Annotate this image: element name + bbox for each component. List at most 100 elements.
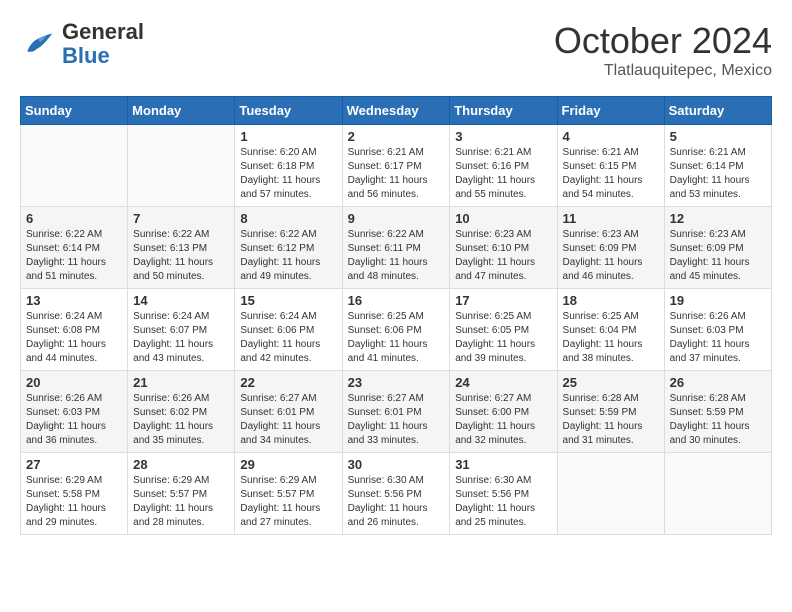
day-number: 8 xyxy=(240,211,336,226)
day-number: 17 xyxy=(455,293,551,308)
week-row-3: 13Sunrise: 6:24 AM Sunset: 6:08 PM Dayli… xyxy=(21,289,772,371)
calendar-cell: 29Sunrise: 6:29 AM Sunset: 5:57 PM Dayli… xyxy=(235,453,342,535)
day-info: Sunrise: 6:20 AM Sunset: 6:18 PM Dayligh… xyxy=(240,146,336,202)
calendar-cell: 8 Sunrise: 6:22 AM Sunset: 6:12 PM Daylig… xyxy=(235,207,342,289)
weekday-header-monday: Monday xyxy=(128,97,235,125)
day-info: Sunrise: 6:29 AM Sunset: 5:57 PM Dayligh… xyxy=(240,474,336,530)
day-number: 27 xyxy=(26,457,122,472)
location: Tlatlauquitepec, Mexico xyxy=(554,62,772,80)
day-info: Sunrise: 6:23 AM Sunset: 6:09 PM Dayligh… xyxy=(563,228,659,284)
day-info: Sunrise: 6:26 AM Sunset: 6:02 PM Dayligh… xyxy=(133,392,229,448)
day-info: Sunrise: 6:23 AM Sunset: 6:10 PM Dayligh… xyxy=(455,228,551,284)
weekday-header-thursday: Thursday xyxy=(450,97,557,125)
day-number: 11 xyxy=(563,211,659,226)
day-info: Sunrise: 6:21 AM Sunset: 6:15 PM Dayligh… xyxy=(563,146,659,202)
calendar-cell xyxy=(128,125,235,207)
calendar-table: SundayMondayTuesdayWednesdayThursdayFrid… xyxy=(20,96,772,535)
day-info: Sunrise: 6:24 AM Sunset: 6:07 PM Dayligh… xyxy=(133,310,229,366)
day-number: 19 xyxy=(670,293,766,308)
day-number: 3 xyxy=(455,129,551,144)
calendar-cell: 12Sunrise: 6:23 AM Sunset: 6:09 PM Dayli… xyxy=(664,207,771,289)
week-row-2: 6 Sunrise: 6:22 AM Sunset: 6:14 PM Daylig… xyxy=(21,207,772,289)
calendar-cell: 21 Sunrise: 6:26 AM Sunset: 6:02 PM Dayli… xyxy=(128,371,235,453)
day-info: Sunrise: 6:22 AM Sunset: 6:12 PM Dayligh… xyxy=(240,228,336,284)
day-info: Sunrise: 6:25 AM Sunset: 6:05 PM Dayligh… xyxy=(455,310,551,366)
day-info: Sunrise: 6:29 AM Sunset: 5:58 PM Dayligh… xyxy=(26,474,122,530)
day-info: Sunrise: 6:24 AM Sunset: 6:08 PM Dayligh… xyxy=(26,310,122,366)
day-number: 1 xyxy=(240,129,336,144)
day-info: Sunrise: 6:23 AM Sunset: 6:09 PM Dayligh… xyxy=(670,228,766,284)
day-number: 4 xyxy=(563,129,659,144)
day-number: 9 xyxy=(348,211,445,226)
day-number: 5 xyxy=(670,129,766,144)
day-number: 15 xyxy=(240,293,336,308)
day-number: 22 xyxy=(240,375,336,390)
day-number: 10 xyxy=(455,211,551,226)
day-info: Sunrise: 6:24 AM Sunset: 6:06 PM Dayligh… xyxy=(240,310,336,366)
week-row-5: 27 Sunrise: 6:29 AM Sunset: 5:58 PM Dayli… xyxy=(21,453,772,535)
weekday-header-tuesday: Tuesday xyxy=(235,97,342,125)
calendar-cell xyxy=(664,453,771,535)
calendar-cell: 26Sunrise: 6:28 AM Sunset: 5:59 PM Dayli… xyxy=(664,371,771,453)
day-info: Sunrise: 6:25 AM Sunset: 6:06 PM Dayligh… xyxy=(348,310,445,366)
weekday-header-saturday: Saturday xyxy=(664,97,771,125)
calendar-cell: 30 Sunrise: 6:30 AM Sunset: 5:56 PM Dayli… xyxy=(342,453,450,535)
day-number: 7 xyxy=(133,211,229,226)
day-number: 21 xyxy=(133,375,229,390)
day-number: 20 xyxy=(26,375,122,390)
calendar-cell: 28 Sunrise: 6:29 AM Sunset: 5:57 PM Dayli… xyxy=(128,453,235,535)
day-number: 28 xyxy=(133,457,229,472)
day-number: 23 xyxy=(348,375,445,390)
day-info: Sunrise: 6:21 AM Sunset: 6:14 PM Dayligh… xyxy=(670,146,766,202)
logo-icon xyxy=(20,26,56,62)
day-number: 14 xyxy=(133,293,229,308)
calendar-cell: 22 Sunrise: 6:27 AM Sunset: 6:01 PM Dayli… xyxy=(235,371,342,453)
week-row-4: 20Sunrise: 6:26 AM Sunset: 6:03 PM Dayli… xyxy=(21,371,772,453)
day-number: 30 xyxy=(348,457,445,472)
day-number: 6 xyxy=(26,211,122,226)
calendar-cell: 2 Sunrise: 6:21 AM Sunset: 6:17 PM Daylig… xyxy=(342,125,450,207)
calendar-cell: 5 Sunrise: 6:21 AM Sunset: 6:14 PM Daylig… xyxy=(664,125,771,207)
calendar-cell: 1 Sunrise: 6:20 AM Sunset: 6:18 PM Daylig… xyxy=(235,125,342,207)
title-block: October 2024 Tlatlauquitepec, Mexico xyxy=(554,20,772,80)
day-number: 25 xyxy=(563,375,659,390)
day-number: 26 xyxy=(670,375,766,390)
logo: General Blue xyxy=(20,20,144,68)
day-info: Sunrise: 6:27 AM Sunset: 6:00 PM Dayligh… xyxy=(455,392,551,448)
calendar-cell xyxy=(557,453,664,535)
calendar-cell: 19 Sunrise: 6:26 AM Sunset: 6:03 PM Dayli… xyxy=(664,289,771,371)
calendar-cell: 7 Sunrise: 6:22 AM Sunset: 6:13 PM Daylig… xyxy=(128,207,235,289)
day-number: 2 xyxy=(348,129,445,144)
calendar-cell: 9 Sunrise: 6:22 AM Sunset: 6:11 PM Daylig… xyxy=(342,207,450,289)
calendar-cell: 6 Sunrise: 6:22 AM Sunset: 6:14 PM Daylig… xyxy=(21,207,128,289)
day-info: Sunrise: 6:27 AM Sunset: 6:01 PM Dayligh… xyxy=(348,392,445,448)
day-info: Sunrise: 6:22 AM Sunset: 6:13 PM Dayligh… xyxy=(133,228,229,284)
calendar-cell: 15 Sunrise: 6:24 AM Sunset: 6:06 PM Dayli… xyxy=(235,289,342,371)
calendar-cell: 11 Sunrise: 6:23 AM Sunset: 6:09 PM Dayli… xyxy=(557,207,664,289)
calendar-cell: 27 Sunrise: 6:29 AM Sunset: 5:58 PM Dayli… xyxy=(21,453,128,535)
calendar-cell: 18Sunrise: 6:25 AM Sunset: 6:04 PM Dayli… xyxy=(557,289,664,371)
day-info: Sunrise: 6:28 AM Sunset: 5:59 PM Dayligh… xyxy=(563,392,659,448)
calendar-cell: 10 Sunrise: 6:23 AM Sunset: 6:10 PM Dayli… xyxy=(450,207,557,289)
weekday-header-sunday: Sunday xyxy=(21,97,128,125)
calendar-cell: 25 Sunrise: 6:28 AM Sunset: 5:59 PM Dayli… xyxy=(557,371,664,453)
day-info: Sunrise: 6:30 AM Sunset: 5:56 PM Dayligh… xyxy=(348,474,445,530)
month-title: October 2024 xyxy=(554,20,772,62)
day-info: Sunrise: 6:22 AM Sunset: 6:11 PM Dayligh… xyxy=(348,228,445,284)
day-number: 18 xyxy=(563,293,659,308)
day-info: Sunrise: 6:29 AM Sunset: 5:57 PM Dayligh… xyxy=(133,474,229,530)
weekday-header-wednesday: Wednesday xyxy=(342,97,450,125)
calendar-cell: 16 Sunrise: 6:25 AM Sunset: 6:06 PM Dayli… xyxy=(342,289,450,371)
day-info: Sunrise: 6:27 AM Sunset: 6:01 PM Dayligh… xyxy=(240,392,336,448)
day-number: 16 xyxy=(348,293,445,308)
logo-text: General Blue xyxy=(62,20,144,68)
calendar-cell xyxy=(21,125,128,207)
day-info: Sunrise: 6:22 AM Sunset: 6:14 PM Dayligh… xyxy=(26,228,122,284)
day-number: 24 xyxy=(455,375,551,390)
weekday-header-row: SundayMondayTuesdayWednesdayThursdayFrid… xyxy=(21,97,772,125)
day-info: Sunrise: 6:21 AM Sunset: 6:17 PM Dayligh… xyxy=(348,146,445,202)
page-header: General Blue October 2024 Tlatlauquitepe… xyxy=(20,20,772,80)
calendar-cell: 4 Sunrise: 6:21 AM Sunset: 6:15 PM Daylig… xyxy=(557,125,664,207)
day-info: Sunrise: 6:26 AM Sunset: 6:03 PM Dayligh… xyxy=(670,310,766,366)
calendar-cell: 23 Sunrise: 6:27 AM Sunset: 6:01 PM Dayli… xyxy=(342,371,450,453)
